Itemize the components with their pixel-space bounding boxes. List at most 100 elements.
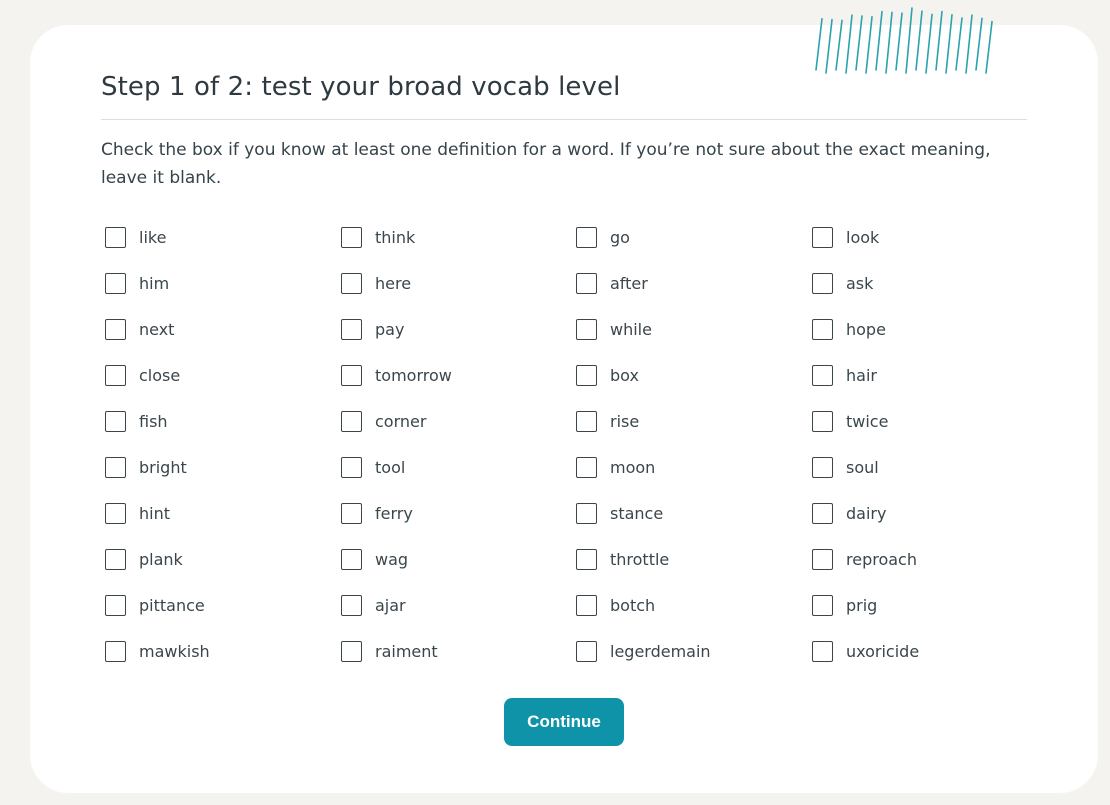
word-item-raiment[interactable]: raiment <box>341 628 576 674</box>
checkbox-fish[interactable] <box>105 410 126 432</box>
checkbox-pay[interactable] <box>341 318 362 340</box>
word-label: tomorrow <box>375 365 452 385</box>
checkbox-like[interactable] <box>105 226 126 248</box>
word-label: hair <box>846 365 877 385</box>
word-item-close[interactable]: close <box>105 352 341 398</box>
word-item-wag[interactable]: wag <box>341 536 576 582</box>
checkbox-ajar[interactable] <box>341 594 362 616</box>
checkbox-close[interactable] <box>105 364 126 386</box>
word-item-legerdemain[interactable]: legerdemain <box>576 628 812 674</box>
checkbox-throttle[interactable] <box>576 548 597 570</box>
word-item-hint[interactable]: hint <box>105 490 341 536</box>
word-item-look[interactable]: look <box>812 214 1048 260</box>
word-label: corner <box>375 411 427 431</box>
word-item-moon[interactable]: moon <box>576 444 812 490</box>
word-label: bright <box>139 457 187 477</box>
word-item-bright[interactable]: bright <box>105 444 341 490</box>
word-item-think[interactable]: think <box>341 214 576 260</box>
checkbox-rise[interactable] <box>576 410 597 432</box>
checkbox-soul[interactable] <box>812 456 833 478</box>
checkbox-think[interactable] <box>341 226 362 248</box>
word-item-botch[interactable]: botch <box>576 582 812 628</box>
word-item-tool[interactable]: tool <box>341 444 576 490</box>
word-item-hope[interactable]: hope <box>812 306 1048 352</box>
word-item-prig[interactable]: prig <box>812 582 1048 628</box>
checkbox-uxoricide[interactable] <box>812 640 833 662</box>
word-item-throttle[interactable]: throttle <box>576 536 812 582</box>
checkbox-look[interactable] <box>812 226 833 248</box>
checkbox-him[interactable] <box>105 272 126 294</box>
checkbox-go[interactable] <box>576 226 597 248</box>
checkbox-after[interactable] <box>576 272 597 294</box>
word-item-mawkish[interactable]: mawkish <box>105 628 341 674</box>
word-item-reproach[interactable]: reproach <box>812 536 1048 582</box>
word-label: him <box>139 273 170 293</box>
checkbox-hair[interactable] <box>812 364 833 386</box>
word-item-go[interactable]: go <box>576 214 812 260</box>
word-item-pittance[interactable]: pittance <box>105 582 341 628</box>
word-label: dairy <box>846 503 887 523</box>
word-label: here <box>375 273 412 293</box>
checkbox-legerdemain[interactable] <box>576 640 597 662</box>
word-label: mawkish <box>139 641 210 661</box>
word-label: fish <box>139 411 168 431</box>
checkbox-mawkish[interactable] <box>105 640 126 662</box>
checkbox-raiment[interactable] <box>341 640 362 662</box>
checkbox-here[interactable] <box>341 272 362 294</box>
checkbox-prig[interactable] <box>812 594 833 616</box>
word-item-stance[interactable]: stance <box>576 490 812 536</box>
checkbox-box[interactable] <box>576 364 597 386</box>
word-item-rise[interactable]: rise <box>576 398 812 444</box>
word-label: moon <box>610 457 656 477</box>
checkbox-reproach[interactable] <box>812 548 833 570</box>
word-item-soul[interactable]: soul <box>812 444 1048 490</box>
word-item-pay[interactable]: pay <box>341 306 576 352</box>
word-label: ask <box>846 273 874 293</box>
word-item-dairy[interactable]: dairy <box>812 490 1048 536</box>
checkbox-hope[interactable] <box>812 318 833 340</box>
word-label: after <box>610 273 648 293</box>
word-item-while[interactable]: while <box>576 306 812 352</box>
word-item-corner[interactable]: corner <box>341 398 576 444</box>
word-label: think <box>375 227 416 247</box>
word-item-him[interactable]: him <box>105 260 341 306</box>
checkbox-corner[interactable] <box>341 410 362 432</box>
checkbox-wag[interactable] <box>341 548 362 570</box>
word-item-next[interactable]: next <box>105 306 341 352</box>
checkbox-botch[interactable] <box>576 594 597 616</box>
checkbox-tomorrow[interactable] <box>341 364 362 386</box>
checkbox-tool[interactable] <box>341 456 362 478</box>
word-label: soul <box>846 457 879 477</box>
checkbox-while[interactable] <box>576 318 597 340</box>
word-label: hope <box>846 319 886 339</box>
checkbox-ask[interactable] <box>812 272 833 294</box>
checkbox-bright[interactable] <box>105 456 126 478</box>
word-item-like[interactable]: like <box>105 214 341 260</box>
checkbox-stance[interactable] <box>576 502 597 524</box>
checkbox-ferry[interactable] <box>341 502 362 524</box>
checkbox-next[interactable] <box>105 318 126 340</box>
word-item-hair[interactable]: hair <box>812 352 1048 398</box>
word-label: plank <box>139 549 183 569</box>
word-label: go <box>610 227 630 247</box>
word-item-box[interactable]: box <box>576 352 812 398</box>
word-item-after[interactable]: after <box>576 260 812 306</box>
word-label: throttle <box>610 549 670 569</box>
checkbox-pittance[interactable] <box>105 594 126 616</box>
word-item-ferry[interactable]: ferry <box>341 490 576 536</box>
checkbox-plank[interactable] <box>105 548 126 570</box>
word-item-here[interactable]: here <box>341 260 576 306</box>
word-item-twice[interactable]: twice <box>812 398 1048 444</box>
continue-button[interactable]: Continue <box>504 698 624 746</box>
checkbox-twice[interactable] <box>812 410 833 432</box>
word-item-plank[interactable]: plank <box>105 536 341 582</box>
word-item-ask[interactable]: ask <box>812 260 1048 306</box>
checkbox-moon[interactable] <box>576 456 597 478</box>
checkbox-hint[interactable] <box>105 502 126 524</box>
word-item-uxoricide[interactable]: uxoricide <box>812 628 1048 674</box>
word-item-fish[interactable]: fish <box>105 398 341 444</box>
word-label: wag <box>375 549 409 569</box>
checkbox-dairy[interactable] <box>812 502 833 524</box>
word-item-ajar[interactable]: ajar <box>341 582 576 628</box>
word-item-tomorrow[interactable]: tomorrow <box>341 352 576 398</box>
